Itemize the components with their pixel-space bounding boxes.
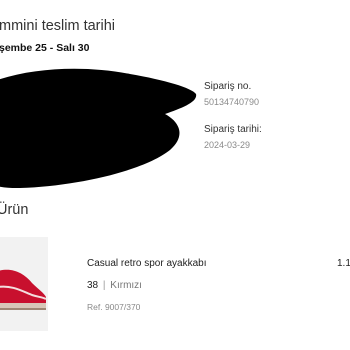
estimated-delivery-label: mmini teslim tarihi	[0, 18, 116, 34]
items-section-title: Ürün	[0, 202, 29, 218]
product-price: 1.1	[337, 258, 350, 269]
order-number-value: 50134740790	[204, 97, 260, 107]
product-name[interactable]: Casual retro spor ayakkabı	[87, 258, 207, 269]
red-sneaker-icon	[0, 237, 48, 331]
product-reference: Ref. 9007/370	[87, 302, 141, 312]
order-date-value: 2024-03-29	[204, 140, 251, 150]
estimated-delivery-dates: şembe 25 - Salı 30	[0, 42, 90, 54]
redaction-scribble	[0, 62, 198, 192]
order-number-label: Sipariş no.	[204, 81, 252, 92]
variant-separator: |	[102, 280, 106, 291]
product-variant: 38 | Kırmızı	[87, 280, 142, 291]
order-detail-page: mmini teslim tarihi şembe 25 - Salı 30 S…	[0, 0, 350, 350]
order-date-block: Sipariş tarihi: 2024-03-29	[204, 124, 262, 150]
product-color: Kırmızı	[110, 280, 142, 291]
order-date-label: Sipariş tarihi:	[204, 124, 262, 135]
product-image[interactable]	[0, 237, 48, 331]
order-number-block: Sipariş no. 50134740790	[204, 81, 259, 107]
product-size: 38	[87, 280, 99, 291]
